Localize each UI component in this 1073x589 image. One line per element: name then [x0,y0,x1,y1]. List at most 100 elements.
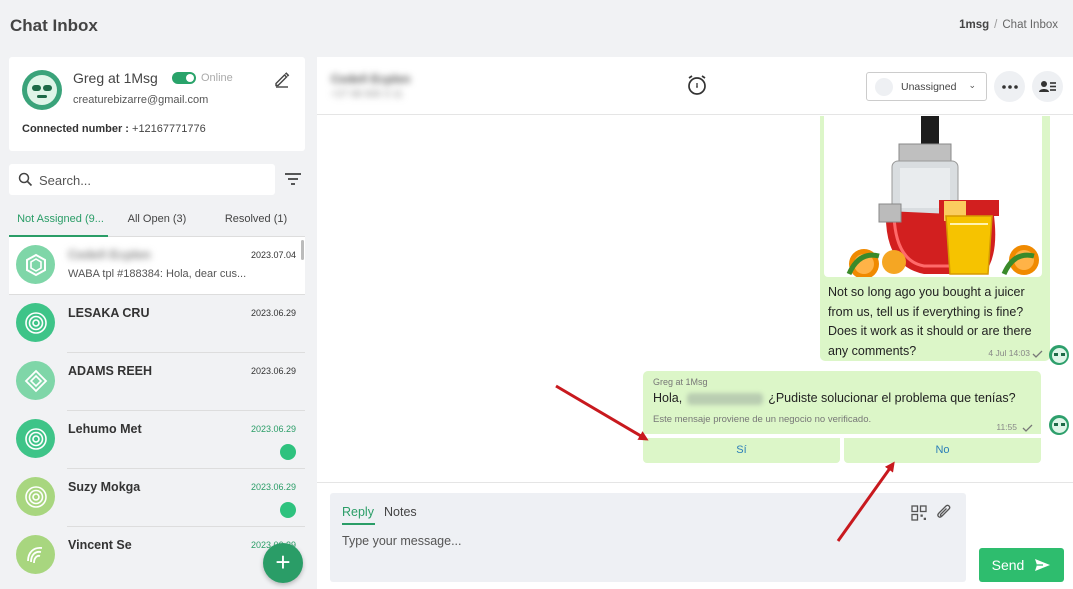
profile-name: Greg at 1Msg [73,70,158,86]
contact-avatar [16,245,55,284]
tab-all-open[interactable]: All Open (3) [117,213,197,225]
send-icon [1035,559,1051,571]
greeting-text: Hola, [653,391,683,405]
search-input[interactable] [39,170,264,190]
templates-grid-icon[interactable] [911,505,927,521]
check-icon [1022,424,1033,432]
redacted-name [687,392,764,405]
diamond-icon [24,369,47,392]
target-icon [24,311,47,334]
message-sender: Greg at 1Msg [653,377,708,387]
unverified-notice: Este mensaje proviene de un negocio no v… [653,414,872,425]
message-timestamp: 4 Jul 14:03 [988,348,1030,358]
tab-not-assigned[interactable]: Not Assigned (9... [13,213,108,225]
contact-avatar [16,477,55,516]
message-thread: Not so long ago you bought a juicer from… [317,116,1073,482]
contact-name: LESAKA CRU [68,306,150,320]
sender-avatar [1049,415,1069,435]
list-item[interactable]: Vincent Se 2023.06.29 [9,527,305,585]
contact-avatar [16,361,55,400]
contact-avatar [16,303,55,342]
chat-panel: Cedeñ Ecplen +27 68 600 3 11 Unassigned … [317,57,1073,589]
list-scrollbar[interactable] [301,240,304,260]
profile-card: Greg at 1Msg Online creaturebizarre@gmai… [9,57,305,151]
contact-card-icon [1039,81,1056,92]
swirl-icon [26,546,42,563]
conversation-preview: WABA tpl #188384: Hola, dear cus... [68,268,247,280]
list-item[interactable]: LESAKA CRU 2023.06.29 [9,295,305,353]
contact-name: ADAMS REEH [68,364,153,378]
send-button[interactable]: Send [979,548,1064,582]
breadcrumb-current: Chat Inbox [1002,19,1058,31]
conversation-date: 2023.06.29 [250,482,296,492]
contact-name: Cedeñ Ecplen [68,248,151,262]
alarm-clock-icon[interactable] [686,74,708,96]
top-bar: Chat Inbox 1msg / Chat Inbox [0,0,1073,56]
contact-avatar [16,419,55,458]
contact-name: Vincent Se [68,538,132,552]
question-text: ¿Pudiste solucionar el problema que tení… [768,391,1016,405]
connected-number: Connected number : +12167771776 [22,123,206,135]
unread-badge [280,444,296,460]
tab-notes[interactable]: Notes [384,505,417,519]
breadcrumb-separator: / [994,19,998,31]
connected-number-value: +12167771776 [132,123,206,135]
unread-badge [280,502,296,518]
paperclip-icon[interactable] [936,504,952,521]
tab-reply[interactable]: Reply [342,505,374,519]
chat-contact-name: Cedeñ Ecplen [331,72,411,86]
more-options-button[interactable] [994,71,1025,102]
target-icon [24,485,47,508]
quick-reply-no-button[interactable]: No [844,438,1041,463]
contact-name: Lehumo Met [68,422,142,436]
juicer-image[interactable] [824,116,1042,277]
chat-contact-number: +27 68 600 3 11 [331,89,403,100]
search-icon [18,172,33,187]
target-icon [24,427,47,450]
divider [317,482,1073,483]
assign-dropdown-label: Unassigned [901,81,957,93]
quick-reply-si-button[interactable]: Sí [643,438,840,463]
contact-info-button[interactable] [1032,71,1063,102]
filter-icon[interactable] [284,172,302,186]
contact-avatar [16,535,55,574]
send-button-label: Send [991,557,1025,573]
template-message: Greg at 1Msg Hola, ¿Pudiste solucionar el… [643,371,1041,434]
conversation-date: 2023.06.29 [250,366,296,376]
connected-number-label: Connected number : [22,123,129,135]
conversation-list: Cedeñ Ecplen 2023.07.04 WABA tpl #188384… [9,237,305,589]
list-item[interactable]: Lehumo Met 2023.06.29 [9,411,305,469]
tab-resolved[interactable]: Resolved (1) [216,213,296,225]
online-toggle[interactable] [172,72,196,84]
list-item[interactable]: Cedeñ Ecplen 2023.07.04 WABA tpl #188384… [9,237,305,295]
message-composer: Reply Notes [330,493,966,582]
breadcrumb-root[interactable]: 1msg [959,19,989,31]
profile-avatar [22,70,62,110]
online-status: Online [201,72,233,84]
hexagon-icon [25,253,46,276]
message-text: Hola, ¿Pudiste solucionar el problema que… [653,391,1016,405]
list-item[interactable]: ADAMS REEH 2023.06.29 [9,353,305,411]
assign-dropdown[interactable]: Unassigned ⌄ [866,72,987,101]
conversation-date: 2023.07.04 [250,250,296,260]
new-chat-button[interactable]: + [263,543,303,583]
list-item[interactable]: Suzy Mokga 2023.06.29 [9,469,305,527]
conversation-date: 2023.06.29 [250,424,296,434]
pencil-icon[interactable] [273,70,291,88]
conversation-date: 2023.06.29 [250,308,296,318]
assignee-avatar [875,78,893,96]
image-message: Not so long ago you bought a juicer from… [820,116,1050,361]
breadcrumb: 1msg / Chat Inbox [959,19,1058,31]
profile-email: creaturebizarre@gmail.com [73,94,209,106]
search-box [9,164,275,195]
check-icon [1032,350,1043,358]
contact-name: Suzy Mokga [68,480,141,494]
chat-header: Cedeñ Ecplen +27 68 600 3 11 Unassigned … [317,57,1073,115]
message-input[interactable] [342,534,952,574]
more-horizontal-icon [1001,84,1018,89]
message-timestamp: 11:55 [996,422,1017,432]
conversation-tabs: Not Assigned (9... All Open (3) Resolved… [9,205,305,237]
page-title: Chat Inbox [10,16,98,35]
active-tab-indicator [342,523,375,525]
chevron-down-icon: ⌄ [968,80,976,90]
